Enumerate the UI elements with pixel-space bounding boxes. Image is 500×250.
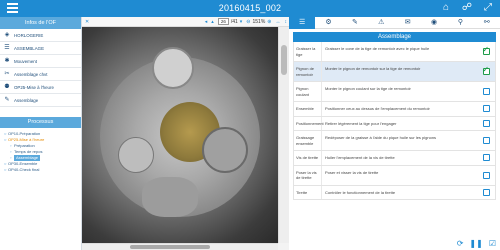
document-title: 20160415_002 xyxy=(218,3,282,13)
tab-attach-icon[interactable]: ⚯ xyxy=(474,17,500,29)
page-input[interactable]: 26 xyxy=(217,18,229,25)
operation-checkbox[interactable] xyxy=(482,45,490,55)
close-icon[interactable]: ✕ xyxy=(85,19,89,25)
operation-checkbox[interactable] xyxy=(482,171,490,179)
fit-width-icon[interactable]: ↔ xyxy=(276,19,281,25)
section-title: Assemblage xyxy=(293,32,496,42)
operation-checkbox[interactable] xyxy=(482,137,490,144)
operation-checkbox[interactable] xyxy=(482,119,490,127)
sidebar-nav: ◈ HORLOGERIE ☰ ASSEMBLAGE ✱ Mouvement ✂ Asse… xyxy=(0,29,81,107)
tab-chat-icon[interactable]: ✉ xyxy=(395,17,421,29)
operation-checkbox[interactable] xyxy=(482,105,490,113)
operations-panel: ☰ ⚙ ✎ ⚠ ✉ ◉ ⚲ ⚯ Assemblage Graisser la t… xyxy=(289,16,500,250)
operation-row: Graissage ensemble Redéposer de la grais… xyxy=(294,131,495,151)
viewer-toolbar: ✕ ◂ ▴ 26 /41 ▾ ⊖ 151% ⊕ ↔ ↕ xyxy=(82,17,289,27)
sidebar-item-op25[interactable]: ⚉ OP25-Mise à l'heure xyxy=(0,81,81,94)
pause-icon[interactable]: ❚❚ xyxy=(469,239,482,248)
panel-tabs: ☰ ⚙ ✎ ⚠ ✉ ◉ ⚲ ⚯ xyxy=(289,16,500,29)
bottom-actions: ⟳ ❚❚ ☑ xyxy=(457,239,496,248)
refresh-icon[interactable]: ⟳ xyxy=(457,239,464,248)
tab-camera-icon[interactable]: ◉ xyxy=(421,17,447,29)
process-tree: ○ OP10-Préparation ○ OP25-Mise à l'heure ▫… xyxy=(0,128,81,173)
chevron-up-icon[interactable]: ▴ xyxy=(211,19,214,25)
sidebar-item-assemblage-chvt[interactable]: ✂ Assemblage chvt xyxy=(0,68,81,81)
home-icon[interactable]: ⌂ xyxy=(440,2,452,13)
operation-row: Tirette Contrôler le fonctionnement de l… xyxy=(294,185,495,200)
tab-wrench-icon[interactable]: ✎ xyxy=(342,17,368,29)
tab-link-icon[interactable]: ⚲ xyxy=(447,17,473,29)
top-bar: 20160415_002 ⌂ ☍ ⤢ xyxy=(0,0,500,17)
sidebar: Infos de l'OF ◈ HORLOGERIE ☰ ASSEMBLAGE ✱ M… xyxy=(0,17,82,250)
sidebar-item-horlogerie[interactable]: ◈ HORLOGERIE xyxy=(0,29,81,42)
watch-movement-photo xyxy=(82,27,278,243)
zoom-level: 151% xyxy=(252,18,266,25)
chevron-left-icon[interactable]: ◂ xyxy=(205,19,208,25)
viewer-horizontal-scrollbar[interactable] xyxy=(82,243,278,250)
operation-row: Pignon coulant Monter le pignon coulant … xyxy=(294,82,495,102)
operation-checkbox[interactable] xyxy=(482,88,490,95)
chevron-down-icon[interactable]: ▾ xyxy=(240,19,243,25)
fit-height-icon[interactable]: ↕ xyxy=(285,19,288,25)
operation-row: Graisser la tige Graisser le cone de la … xyxy=(294,42,495,62)
operation-checkbox[interactable] xyxy=(482,154,490,162)
operation-row: Ensemble Positionner ceux au dessus de l… xyxy=(294,102,495,117)
list-icon: ☰ xyxy=(4,45,10,51)
tab-alert-icon[interactable]: ⚠ xyxy=(368,17,394,29)
sidebar-header: Infos de l'OF xyxy=(0,17,81,29)
zoom-out-icon[interactable]: ⊖ xyxy=(246,19,250,25)
gear-icon: ✱ xyxy=(4,58,10,64)
operation-checkbox[interactable] xyxy=(482,65,490,75)
viewer-vertical-scrollbar[interactable] xyxy=(278,27,289,243)
operation-row: Poser la vis de tirette Poser et visser … xyxy=(294,165,495,186)
sidebar-item-assemblage-op[interactable]: ✎ Assemblage xyxy=(0,94,81,107)
process-header: Processus xyxy=(0,117,81,128)
fullscreen-icon[interactable]: ⤢ xyxy=(482,2,494,13)
document-viewer: ✕ ◂ ▴ 26 /41 ▾ ⊖ 151% ⊕ ↔ ↕ xyxy=(82,17,289,250)
layers-icon: ◈ xyxy=(4,32,10,38)
wrench-icon: ✎ xyxy=(4,97,10,103)
tree-item[interactable]: ○ OP40-Check final xyxy=(4,167,81,173)
hierarchy-icon[interactable]: ☍ xyxy=(461,2,473,13)
tools-icon: ✂ xyxy=(4,71,10,77)
operation-row: Positionnement Retirer légèrement la tig… xyxy=(294,116,495,131)
operation-row: Pignon de remontoir Monter le pignon de … xyxy=(294,62,495,82)
group-icon: ⚉ xyxy=(4,84,10,90)
sidebar-item-assemblage[interactable]: ☰ ASSEMBLAGE xyxy=(0,42,81,55)
operations-list: Graisser la tige Graisser le cone de la … xyxy=(293,42,496,200)
zoom-in-icon[interactable]: ⊕ xyxy=(267,19,271,25)
sidebar-item-mouvement[interactable]: ✱ Mouvement xyxy=(0,55,81,68)
check-all-icon[interactable]: ☑ xyxy=(489,239,496,248)
page-total: /41 xyxy=(230,18,238,25)
operation-checkbox[interactable] xyxy=(482,188,490,196)
tab-gears-icon[interactable]: ⚙ xyxy=(315,17,341,29)
operation-row: Vis de tirette Huiler l'emplacement de l… xyxy=(294,151,495,166)
tab-list-icon[interactable]: ☰ xyxy=(289,16,316,29)
